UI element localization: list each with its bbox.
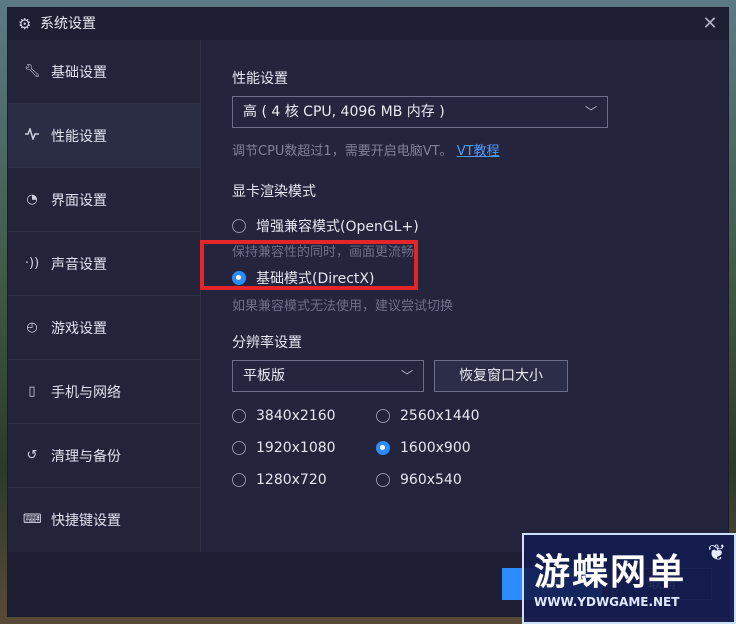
palette-icon: ◔ — [26, 192, 38, 207]
settings-window: ⚙ 系统设置 ✕ 🔧︎ 基础设置 性能设置 ◔ 界面设置 ·)) 声音设置 ◴ … — [8, 8, 728, 616]
radio-button[interactable] — [376, 473, 390, 487]
history-icon: ↺ — [26, 448, 38, 463]
resolution-preset-select[interactable]: 平板版 ﹀ — [232, 360, 424, 392]
radio-button[interactable] — [232, 441, 246, 455]
keyboard-icon: ⌨ — [23, 512, 42, 527]
annotation-highlight-box — [200, 240, 418, 290]
performance-hint-text: 调节CPU数超过1，需要开启电脑VT。 — [232, 144, 453, 159]
performance-select-value: 高 ( 4 核 CPU, 4096 MB 内存 ) — [243, 104, 445, 120]
radio-button[interactable] — [376, 409, 390, 423]
close-button[interactable]: ✕ — [700, 14, 720, 34]
sidebar-item-label: 性能设置 — [51, 128, 107, 145]
sound-icon: ·)) — [24, 256, 40, 271]
radio-label: 2560x1440 — [400, 408, 480, 424]
render-section-title: 显卡渲染模式 — [232, 184, 316, 200]
radio-label: 1280x720 — [256, 472, 327, 488]
chevron-down-icon: ﹀ — [584, 105, 597, 119]
settings-content: 性能设置 高 ( 4 核 CPU, 4096 MB 内存 ) ﹀ 调节CPU数超… — [201, 40, 728, 552]
sidebar-item-label: 界面设置 — [51, 192, 107, 209]
radio-label: 增强兼容模式(OpenGL+) — [256, 219, 419, 235]
title-bar: ⚙ 系统设置 ✕ — [8, 8, 728, 40]
radio-button[interactable] — [232, 219, 246, 233]
render-option-opengl[interactable]: 增强兼容模式(OpenGL+) — [232, 216, 419, 236]
window-title: 系统设置 — [40, 16, 96, 32]
watermark-logo: 游蝶网单 ❦ WWW.YDWGAME.NET — [522, 533, 736, 624]
performance-select[interactable]: 高 ( 4 核 CPU, 4096 MB 内存 ) ﹀ — [232, 96, 608, 128]
sidebar-item-label: 清理与备份 — [51, 448, 121, 465]
render-option-directx-hint: 如果兼容模式无法使用，建议尝试切换 — [232, 299, 454, 314]
sidebar-item-cleanup-backup[interactable]: ↺ 清理与备份 — [8, 424, 200, 488]
performance-section-title: 性能设置 — [232, 71, 288, 87]
radio-label: 3840x2160 — [256, 408, 336, 424]
resolution-option-3840[interactable]: 3840x2160 — [232, 408, 336, 424]
radio-button[interactable] — [232, 473, 246, 487]
watermark-title: 游蝶网单 — [534, 552, 687, 593]
pulse-icon — [23, 126, 41, 144]
sidebar-item-interface[interactable]: ◔ 界面设置 — [8, 168, 200, 232]
sidebar-item-shortcuts[interactable]: ⌨ 快捷键设置 — [8, 488, 200, 551]
reset-window-size-button[interactable]: 恢复窗口大小 — [434, 360, 568, 392]
radio-button-checked[interactable] — [376, 441, 390, 455]
radio-label: 960x540 — [400, 472, 462, 488]
resolution-preset-value: 平板版 — [243, 368, 285, 384]
wrench-icon: 🔧︎ — [23, 64, 41, 79]
chevron-down-icon: ﹀ — [400, 369, 413, 383]
resolution-option-1920[interactable]: 1920x1080 — [232, 440, 336, 456]
butterfly-icon: ❦ — [707, 541, 726, 566]
resolution-option-1600[interactable]: 1600x900 — [376, 440, 471, 456]
sidebar-item-label: 手机与网络 — [51, 384, 121, 401]
gamepad-icon: ◴ — [26, 320, 38, 335]
radio-label: 1920x1080 — [256, 440, 336, 456]
sidebar: 🔧︎ 基础设置 性能设置 ◔ 界面设置 ·)) 声音设置 ◴ 游戏设置 ▯ 手机… — [8, 40, 201, 552]
sidebar-item-label: 基础设置 — [51, 64, 107, 81]
phone-icon: ▯ — [28, 384, 36, 399]
sidebar-item-performance[interactable]: 性能设置 — [8, 104, 200, 168]
resolution-section-title: 分辨率设置 — [232, 335, 302, 351]
resolution-option-1280[interactable]: 1280x720 — [232, 472, 327, 488]
vt-tutorial-link[interactable]: VT教程 — [457, 144, 500, 159]
sidebar-item-game[interactable]: ◴ 游戏设置 — [8, 296, 200, 360]
watermark-url: WWW.YDWGAME.NET — [534, 595, 680, 609]
sidebar-item-phone-network[interactable]: ▯ 手机与网络 — [8, 360, 200, 424]
sidebar-item-label: 快捷键设置 — [51, 512, 121, 529]
resolution-option-960[interactable]: 960x540 — [376, 472, 462, 488]
sidebar-item-basic[interactable]: 🔧︎ 基础设置 — [8, 40, 200, 104]
performance-hint: 调节CPU数超过1，需要开启电脑VT。 VT教程 — [232, 140, 500, 159]
sidebar-item-label: 声音设置 — [51, 256, 107, 273]
sidebar-item-label: 游戏设置 — [51, 320, 107, 337]
resolution-option-2560[interactable]: 2560x1440 — [376, 408, 480, 424]
sidebar-item-sound[interactable]: ·)) 声音设置 — [8, 232, 200, 296]
radio-button[interactable] — [232, 409, 246, 423]
gear-icon: ⚙ — [18, 15, 32, 33]
radio-label: 1600x900 — [400, 440, 471, 456]
